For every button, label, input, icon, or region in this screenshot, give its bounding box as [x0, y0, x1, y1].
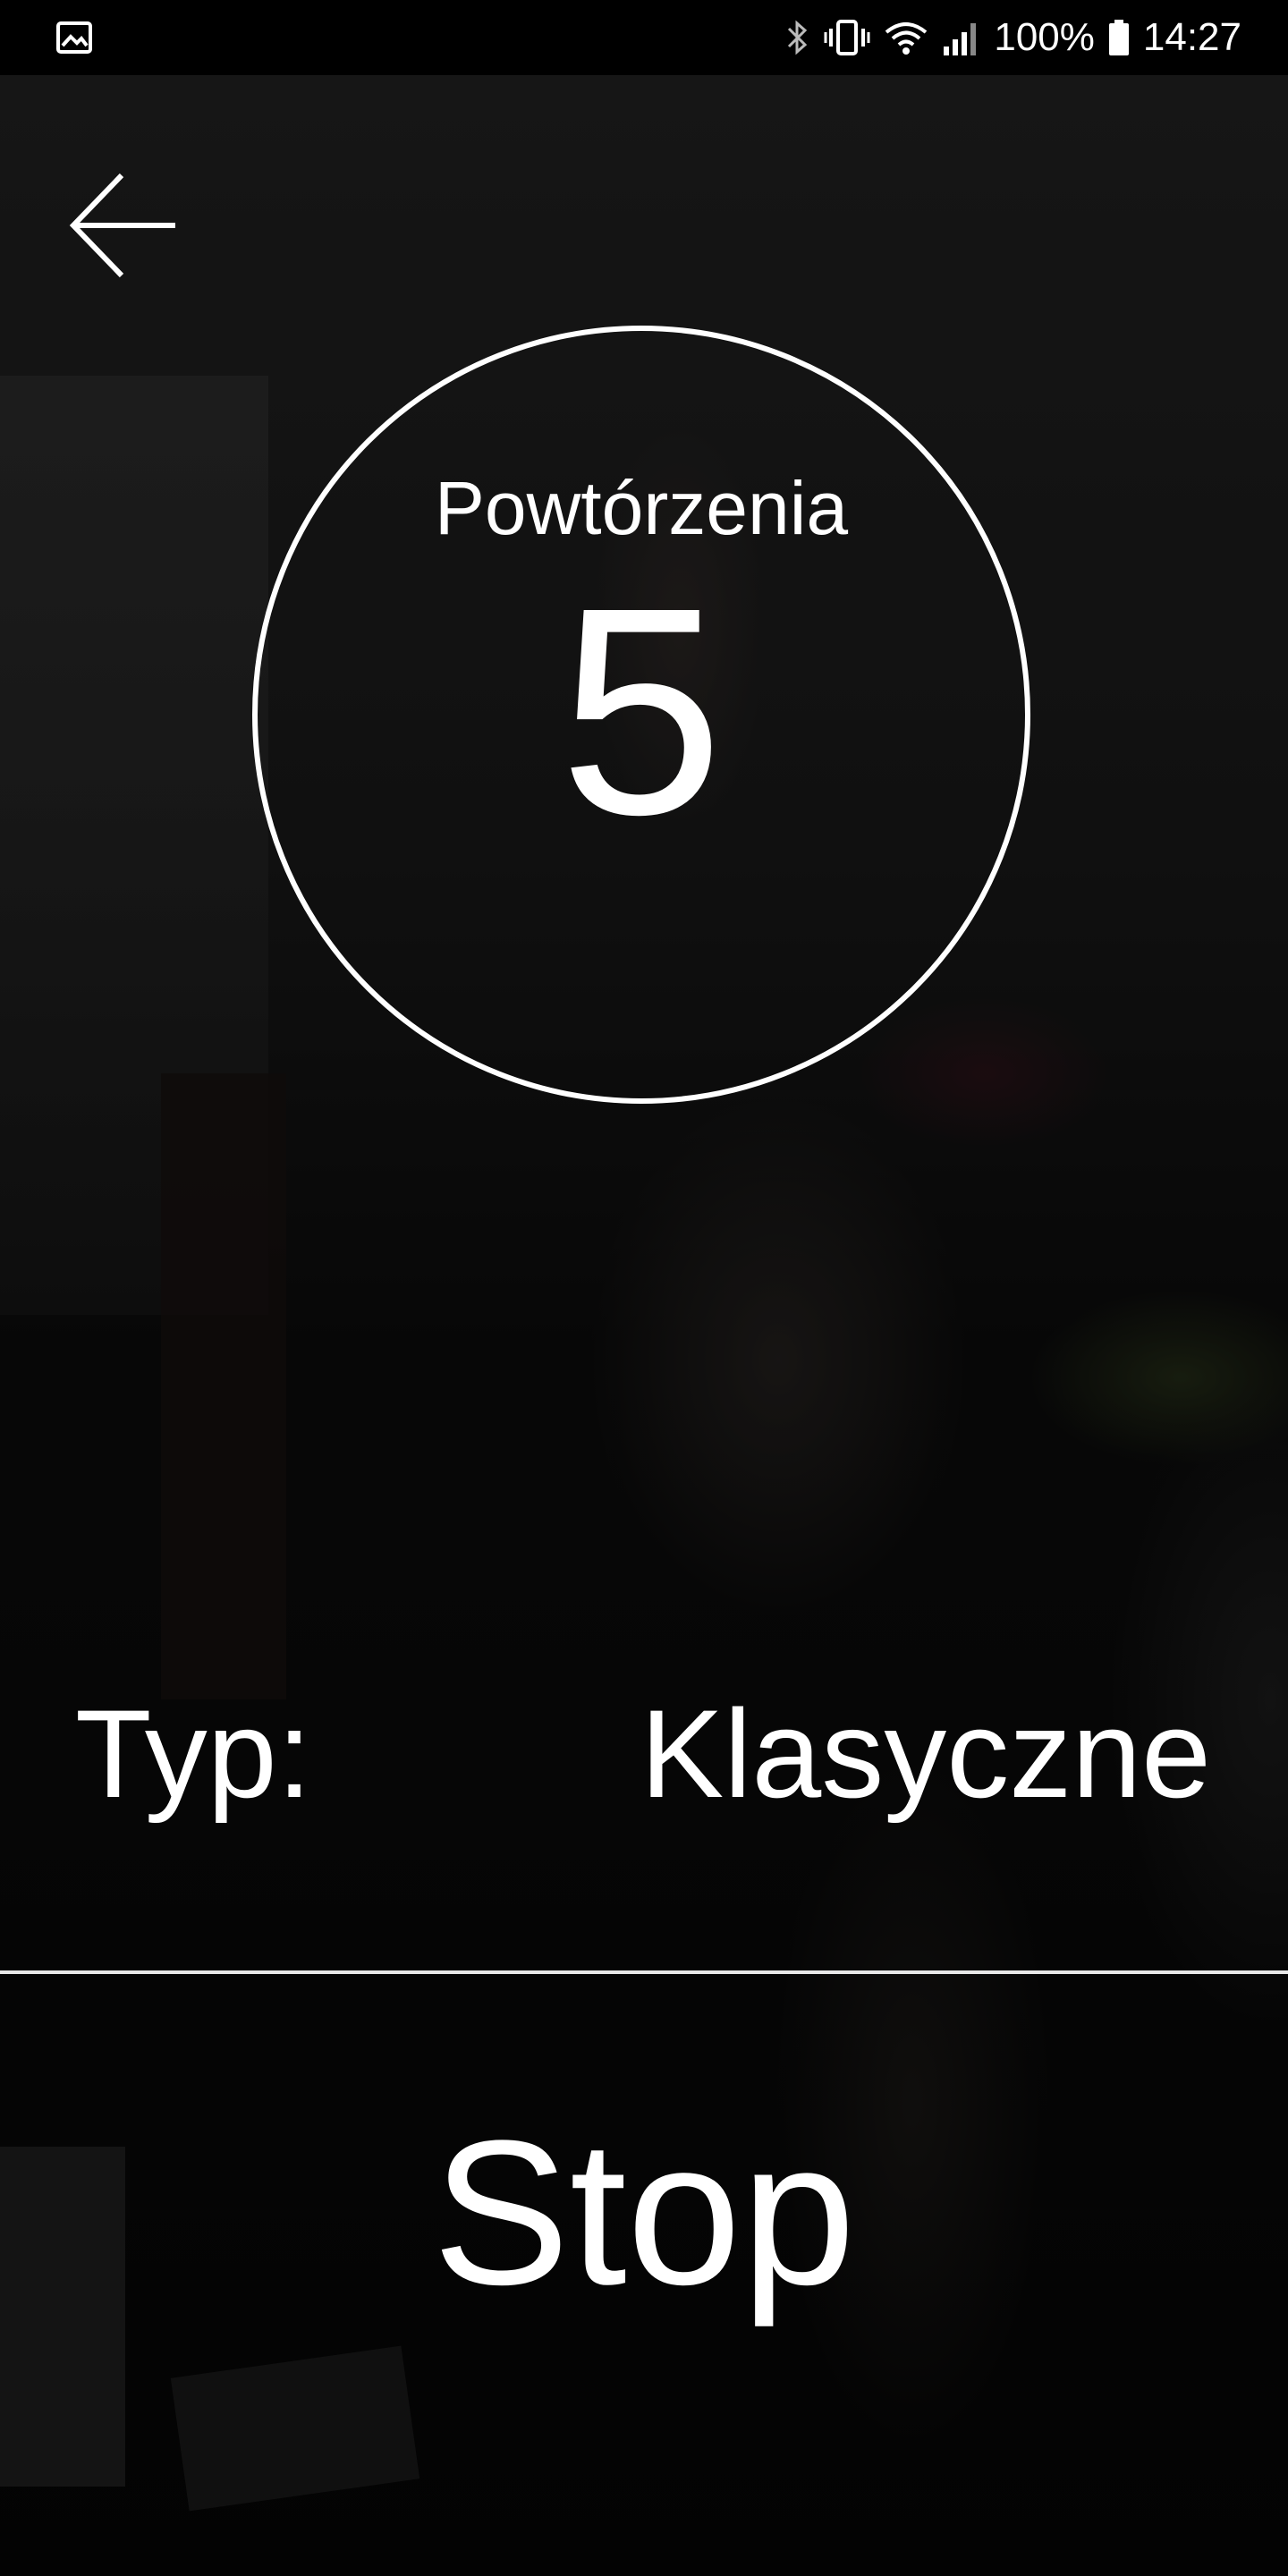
- exercise-type-row: Typ: Klasyczne: [75, 1682, 1211, 1825]
- counter-label: Powtórzenia: [434, 466, 849, 550]
- counter-value: 5: [559, 546, 724, 876]
- back-button[interactable]: [64, 170, 181, 286]
- image-icon: [55, 19, 93, 56]
- arrow-left-icon: [69, 173, 175, 278]
- exercise-type-label: Typ:: [75, 1683, 312, 1824]
- wifi-icon: [883, 18, 929, 57]
- status-bar: 100% 14:27: [0, 0, 1288, 75]
- bluetooth-icon: [784, 18, 811, 57]
- workout-screen: 100% 14:27 Powtórzenia 5 Typ: Klasyczne …: [0, 0, 1288, 2576]
- exercise-type-value: Klasyczne: [640, 1683, 1211, 1824]
- repetition-counter: Powtórzenia 5: [252, 326, 1030, 1104]
- signal-icon: [942, 18, 981, 57]
- battery-percent: 100%: [994, 15, 1095, 59]
- stop-button[interactable]: Stop: [0, 1974, 1288, 2576]
- battery-icon: [1107, 18, 1131, 57]
- clock: 14:27: [1142, 15, 1241, 59]
- stop-button-label: Stop: [432, 2097, 856, 2327]
- vibrate-icon: [824, 18, 870, 57]
